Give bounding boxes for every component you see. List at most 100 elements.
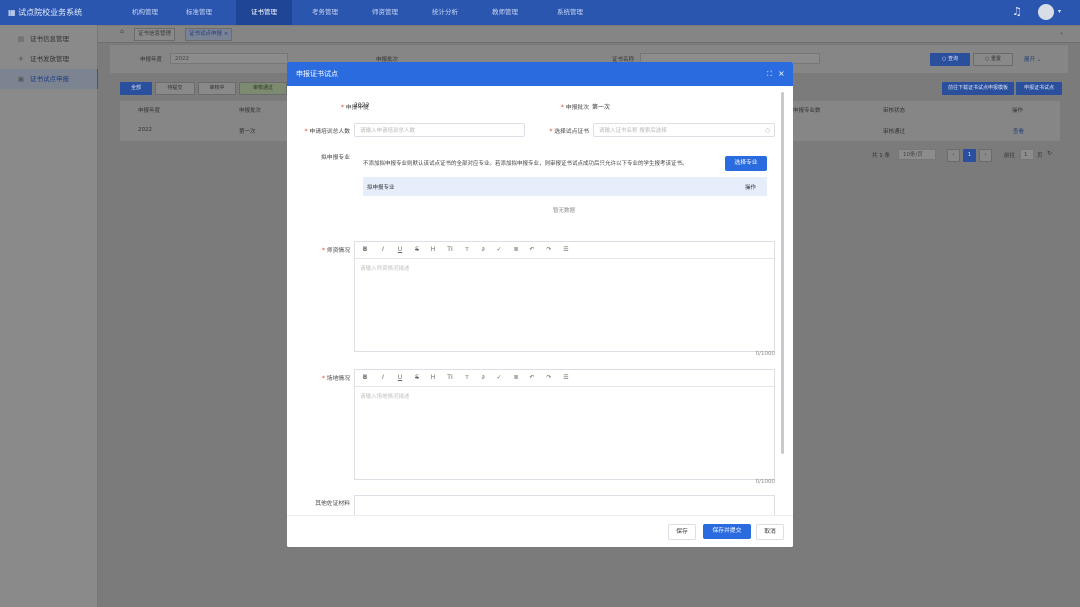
redo-icon[interactable]: ↷ <box>544 370 554 386</box>
bold-icon[interactable]: B <box>360 370 370 386</box>
tab-cert-info[interactable]: 证书信息管理 <box>134 28 176 41</box>
link-icon[interactable]: ∂ <box>478 242 488 258</box>
nav-item-standard[interactable]: 标准管理 <box>176 0 222 25</box>
training-count-input[interactable]: 请输入申请培训总人数 <box>354 123 525 137</box>
reset-button[interactable]: ○ 重置 <box>973 53 1013 66</box>
heading-icon[interactable]: H <box>428 242 438 258</box>
venue-placeholder: 请输入场地情况描述 <box>360 394 410 400</box>
major-note: 不添加拟申报专业则默认该试点证书的全部对应专业。若添加拟申报专业，则审报证书试点… <box>363 161 688 167</box>
undo-icon[interactable]: ↶ <box>527 370 537 386</box>
fullscreen-icon[interactable]: ⛶ <box>767 62 772 86</box>
teacher-placeholder: 请输入师资情况描述 <box>360 266 410 272</box>
list-icon[interactable]: ☰ <box>561 370 571 386</box>
filter-year-input[interactable]: 2022 <box>170 53 288 64</box>
table-header: 申报批次 <box>239 108 262 114</box>
italic-icon[interactable]: I <box>378 370 388 386</box>
nav-item-org[interactable]: 机构管理 <box>122 0 168 25</box>
close-icon[interactable]: × <box>224 31 229 37</box>
font-size-icon[interactable]: TI <box>445 370 455 386</box>
next-page-button[interactable]: › <box>979 149 992 162</box>
search-button[interactable]: ○ 查询 <box>930 53 970 66</box>
page-unit-label: 页 <box>1037 153 1043 159</box>
sidebar <box>0 25 98 607</box>
sidebar-item-cert-info[interactable]: ▤ 证书信息管理 <box>0 29 97 49</box>
save-submit-button[interactable]: 保存并提交 <box>703 524 751 539</box>
status-tab-approved[interactable]: 审核通过 <box>239 82 287 95</box>
page-size-select[interactable]: 10条/页 <box>898 149 936 160</box>
dialog-header <box>287 62 793 86</box>
strike-icon[interactable]: S <box>412 242 422 258</box>
search-icon: ○ <box>765 128 770 134</box>
goto-label: 前往 <box>1004 153 1016 159</box>
pagination-total: 共 1 条 <box>872 153 890 159</box>
strike-icon[interactable]: S <box>412 370 422 386</box>
font-color-icon[interactable]: ᴛ <box>462 370 472 386</box>
prev-page-button[interactable]: ‹ <box>947 149 960 162</box>
page-1-button[interactable]: 1 <box>963 149 976 162</box>
book-icon: ▦ <box>8 8 19 17</box>
teacher-editor[interactable]: B I U S H TI ᴛ ∂ ✓ ≣ ↶ ↷ ☰ 请输入师资情况描述 <box>354 241 775 352</box>
chevron-down-icon[interactable]: ▾ <box>1058 8 1061 15</box>
table-header: 审核状态 <box>883 108 906 114</box>
training-count-label: * 申请培训总人数 <box>304 129 350 135</box>
apply-pilot-button[interactable]: 申报证书试点 <box>1016 82 1062 95</box>
nav-item-statistics[interactable]: 统计分析 <box>422 0 468 25</box>
list-icon[interactable]: ☰ <box>561 242 571 258</box>
file-icon: ▣ <box>17 75 25 83</box>
table-header: 操作 <box>1012 108 1024 114</box>
home-icon[interactable]: ⌂ <box>120 28 124 35</box>
chevron-down-icon[interactable]: ⌄ <box>1059 29 1064 36</box>
brush-icon[interactable]: ✓ <box>494 370 504 386</box>
nav-item-system[interactable]: 系统管理 <box>542 0 598 25</box>
sidebar-item-cert-issue[interactable]: ✈ 证书发放管理 <box>0 49 97 69</box>
font-size-icon[interactable]: TI <box>445 242 455 258</box>
venue-editor[interactable]: B I U S H TI ᴛ ∂ ✓ ≣ ↶ ↷ ☰ 请输入场地情况描述 <box>354 369 775 480</box>
align-icon[interactable]: ≣ <box>511 242 521 258</box>
bold-icon[interactable]: B <box>360 242 370 258</box>
venue-label: * 场地情况 <box>322 376 350 382</box>
dialog-scrollbar[interactable] <box>781 92 784 454</box>
nav-item-exam[interactable]: 考务管理 <box>302 0 348 25</box>
pilot-cert-label: * 选择试点证书 <box>549 129 589 135</box>
editor-toolbar: B I U S H TI ᴛ ∂ ✓ ≣ ↶ ↷ ☰ <box>355 242 774 259</box>
brush-icon[interactable]: ✓ <box>494 242 504 258</box>
tab-pilot-apply[interactable]: 证书试点申报 × <box>185 28 233 41</box>
expand-toggle[interactable]: 展开 ⌄ <box>1024 55 1041 63</box>
status-tab-pending[interactable]: 待提交 <box>155 82 195 95</box>
batch-label: * 申报批次 <box>561 105 589 111</box>
year-value: 2022 <box>354 102 370 109</box>
tab-bar <box>98 26 1080 43</box>
pilot-cert-input[interactable]: 请输入证书名称 搜索后选择 ○ <box>593 123 775 137</box>
download-template-button[interactable]: 前往下载证书试点申报模板 <box>942 82 1014 95</box>
status-tab-reviewing[interactable]: 审核中 <box>198 82 236 95</box>
underline-icon[interactable]: U <box>395 370 405 386</box>
table-cell: 第一次 <box>239 129 256 135</box>
italic-icon[interactable]: I <box>378 242 388 258</box>
status-tab-all[interactable]: 全部 <box>120 82 152 95</box>
other-materials-label: 其他佐证材料 <box>315 501 350 507</box>
nav-item-teacher[interactable]: 教师管理 <box>482 0 528 25</box>
view-link[interactable]: 查看 <box>1013 127 1024 135</box>
bell-icon[interactable]: ♫ <box>1012 5 1022 18</box>
sidebar-item-pilot-apply[interactable]: ▣ 证书试点申报 <box>0 69 99 89</box>
goto-page-input[interactable]: 1 <box>1020 149 1034 160</box>
link-icon[interactable]: ∂ <box>478 370 488 386</box>
refresh-icon[interactable]: ↻ <box>1047 150 1052 157</box>
avatar[interactable] <box>1038 4 1054 20</box>
close-icon[interactable]: × <box>778 62 785 86</box>
nav-item-faculty[interactable]: 师资管理 <box>362 0 408 25</box>
teacher-counter: 0/1000 <box>755 351 775 357</box>
select-major-button[interactable]: 选择专业 <box>725 156 767 171</box>
heading-icon[interactable]: H <box>428 370 438 386</box>
redo-icon[interactable]: ↷ <box>544 242 554 258</box>
font-color-icon[interactable]: ᴛ <box>462 242 472 258</box>
save-button[interactable]: 保存 <box>668 524 696 540</box>
nav-item-certificate[interactable]: 证书管理 <box>236 0 292 25</box>
major-label: 拟申报专业 <box>321 155 350 161</box>
cancel-button[interactable]: 取消 <box>756 524 784 540</box>
table-cell: 2022 <box>138 127 152 133</box>
other-materials-box[interactable] <box>354 495 775 515</box>
align-icon[interactable]: ≣ <box>511 370 521 386</box>
underline-icon[interactable]: U <box>395 242 405 258</box>
undo-icon[interactable]: ↶ <box>527 242 537 258</box>
